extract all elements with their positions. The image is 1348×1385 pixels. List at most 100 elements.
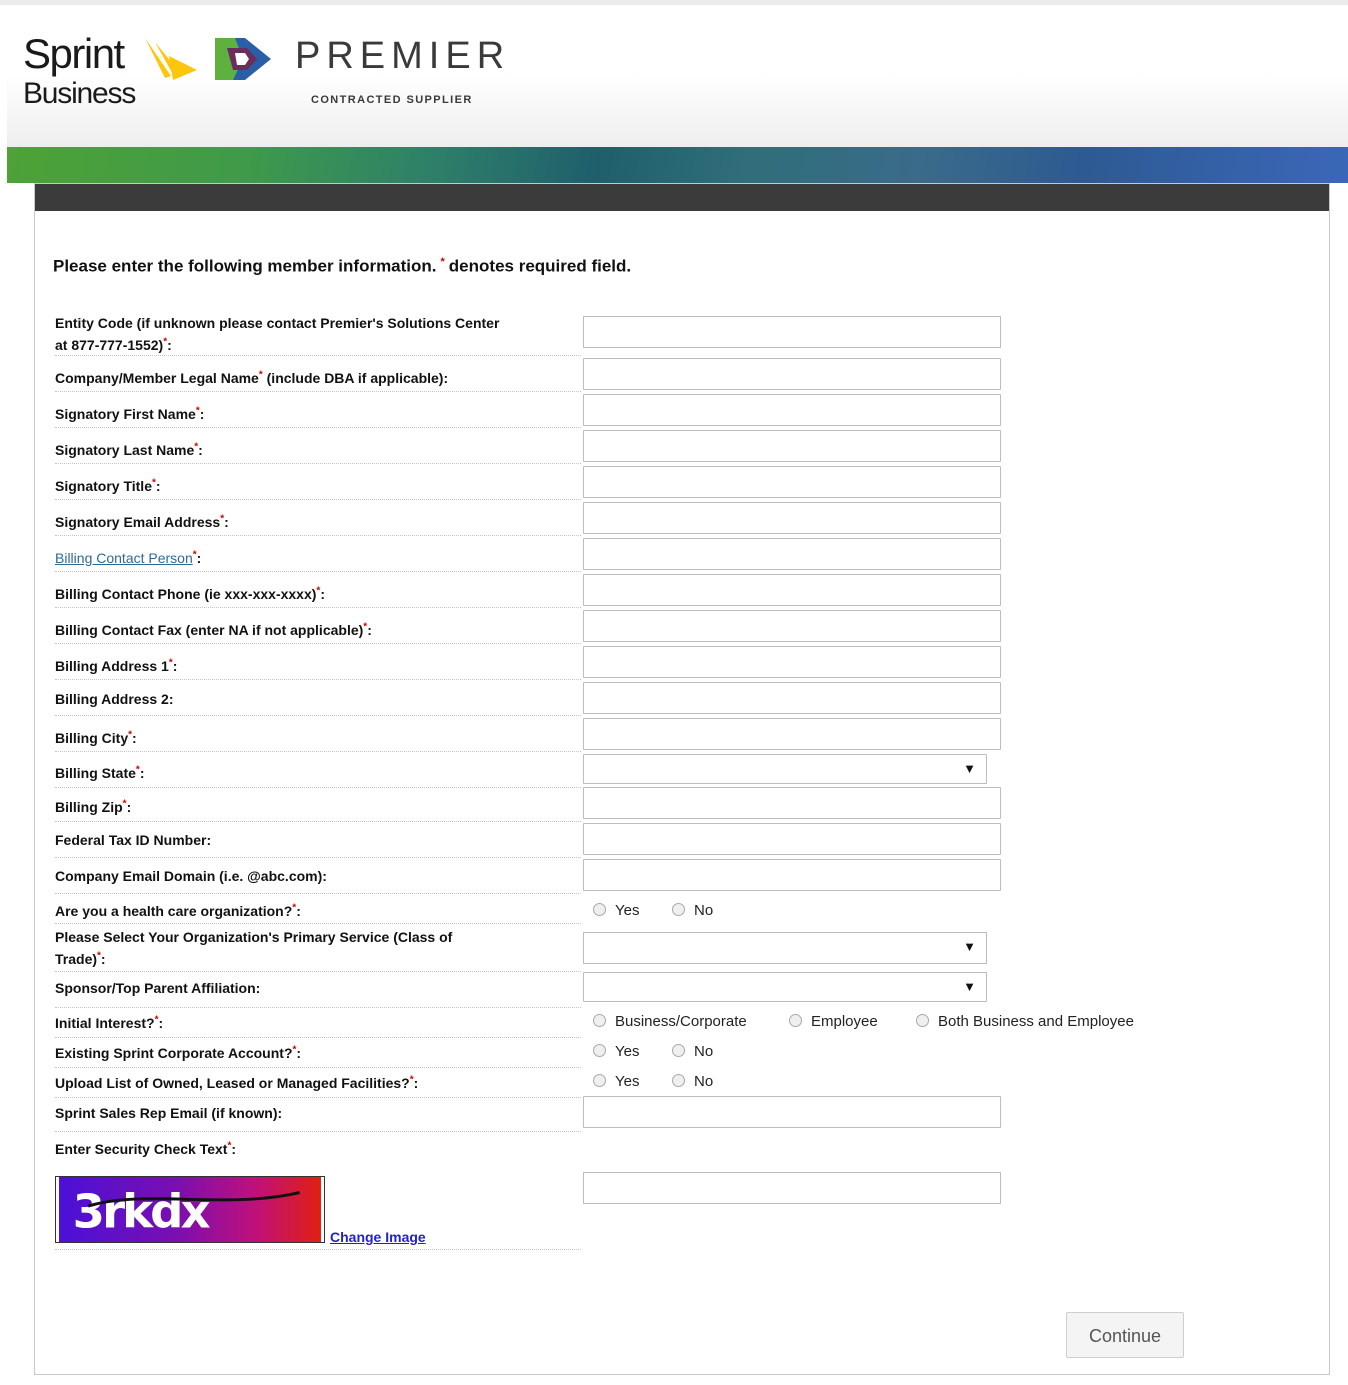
label-colon: : [139,765,145,781]
billing-contact-phone-label: Billing Contact Phone (ie xxx-xxx-xxxx)*… [55,583,325,605]
label-colon: : [198,442,203,458]
form-row-health-care: Are you a health care organization?*: [55,896,581,924]
health-care-label-text: Are you a health care organization? [55,903,293,919]
existing-account-no-option[interactable]: No [672,1043,713,1060]
premier-wordmark: PREMIER [295,35,511,77]
signatory-email-label-text: Signatory Email Address [55,514,221,530]
entity-code-label: Entity Code (if unknown please contact P… [55,312,499,356]
form-row-company-email-domain: Company Email Domain (i.e. @abc.com): [55,860,581,894]
signatory-last-label-text: Signatory Last Name [55,442,195,458]
interest-employee-option[interactable]: Employee [789,1013,878,1030]
existing-account-label-text: Existing Sprint Corporate Account? [55,1045,293,1061]
billing-contact-person-input[interactable] [583,538,1001,570]
form-row-signatory-email: Signatory Email Address*: [55,502,581,536]
upload-list-no-option[interactable]: No [672,1073,713,1090]
billing-contact-fax-label: Billing Contact Fax (enter NA if not app… [55,619,372,641]
form-row-billing-zip: Billing Zip*: [55,788,581,822]
entity-code-input[interactable] [583,316,1001,348]
captcha-text: 3rkdx [73,1184,211,1238]
signatory-email-input[interactable] [583,502,1001,534]
signatory-title-input[interactable] [583,466,1001,498]
radio-no[interactable] [672,1074,685,1087]
security-check-input[interactable] [583,1172,1001,1204]
billing-address-2-input[interactable] [583,682,1001,714]
health-care-yes-option[interactable]: Yes [593,902,639,919]
interest-both-option[interactable]: Both Business and Employee [916,1013,1134,1030]
sponsor-label: Sponsor/Top Parent Affiliation: [55,977,260,999]
initial-interest-label: Initial Interest?*: [55,1012,163,1034]
form-row-billing-contact-person: Billing Contact Person*: [55,538,581,572]
continue-button[interactable]: Continue [1066,1312,1184,1358]
label-colon: : [167,337,172,353]
radio-no-label: No [694,1073,714,1090]
federal-tax-id-label-text: Federal Tax ID Number: [55,832,212,848]
intro-text-1: Please enter the following member inform… [53,256,437,276]
radio-no[interactable] [672,903,685,916]
sponsor-select[interactable]: ▼ [583,972,987,1002]
billing-zip-label-text: Billing Zip [55,799,123,815]
label-colon: : [224,514,229,530]
signatory-first-label: Signatory First Name*: [55,403,204,425]
signatory-first-input[interactable] [583,394,1001,426]
radio-employee[interactable] [789,1014,802,1027]
form-intro: Please enter the following member inform… [53,256,631,277]
existing-account-yes-option[interactable]: Yes [593,1043,639,1060]
form-row-entity-code: Entity Code (if unknown please contact P… [55,310,581,356]
billing-city-input[interactable] [583,718,1001,750]
radio-employee-label: Employee [811,1013,878,1030]
radio-no[interactable] [672,1044,685,1057]
chevron-down-icon: ▼ [963,979,976,994]
page: Sprint Business PREMIER CONTRACTED SUPPL… [0,0,1348,1385]
signatory-email-label: Signatory Email Address*: [55,511,229,533]
federal-tax-id-input[interactable] [583,823,1001,855]
upload-list-yes-option[interactable]: Yes [593,1073,639,1090]
health-care-no-option[interactable]: No [672,902,713,919]
billing-contact-phone-input[interactable] [583,574,1001,606]
entity-code-label-line2: at 877-777-1552) [55,337,164,353]
entity-code-label-line1: Entity Code (if unknown please contact P… [55,315,500,331]
interest-business-option[interactable]: Business/Corporate [593,1013,747,1030]
label-colon: : [100,951,106,967]
sprint-business-logo: Sprint Business [23,32,203,112]
form-row-existing-account: Existing Sprint Corporate Account?*: [55,1040,581,1068]
form-row-sales-rep-email: Sprint Sales Rep Email (if known): [55,1100,581,1132]
primary-service-select[interactable]: ▼ [583,932,987,964]
company-email-domain-label-text: Company Email Domain (i.e. @abc.com): [55,868,327,884]
form-row-initial-interest: Initial Interest?*: [55,1010,581,1038]
billing-contact-person-link[interactable]: Billing Contact Person [55,550,193,566]
radio-yes-label: Yes [615,1043,640,1060]
billing-contact-fax-input[interactable] [583,610,1001,642]
billing-address-1-input[interactable] [583,646,1001,678]
signatory-last-input[interactable] [583,430,1001,462]
captcha-image: 3rkdx [55,1176,325,1243]
radio-yes[interactable] [593,903,606,916]
security-check-label-text: Enter Security Check Text [55,1141,228,1157]
label-colon: : [296,903,301,919]
label-colon: : [296,1045,302,1061]
billing-contact-fax-label-text: Billing Contact Fax (enter NA if not app… [55,622,364,638]
label-colon: : [196,550,202,566]
radio-both[interactable] [916,1014,929,1027]
billing-state-select[interactable]: ▼ [583,754,987,784]
form-row-billing-city: Billing City*: [55,718,581,752]
billing-zip-input[interactable] [583,787,1001,819]
form-row-signatory-last: Signatory Last Name*: [55,430,581,464]
form-row-billing-state: Billing State*: [55,754,581,788]
company-name-label-a: Company/Member Legal Name [55,370,259,386]
company-email-domain-input[interactable] [583,859,1001,891]
company-name-input[interactable] [583,358,1001,390]
billing-city-label-text: Billing City [55,730,129,746]
label-colon: : [199,406,205,422]
form-row-billing-contact-fax: Billing Contact Fax (enter NA if not app… [55,610,581,644]
company-name-label: Company/Member Legal Name* (include DBA … [55,367,448,389]
sales-rep-email-label-text: Sprint Sales Rep Email (if known): [55,1105,283,1121]
radio-business[interactable] [593,1014,606,1027]
change-image-link[interactable]: Change Image [330,1229,426,1245]
label-colon: : [172,658,178,674]
radio-yes[interactable] [593,1044,606,1057]
sales-rep-email-input[interactable] [583,1096,1001,1128]
billing-address-1-label: Billing Address 1*: [55,655,177,677]
form-row-sponsor: Sponsor/Top Parent Affiliation: [55,974,581,1008]
label-colon: : [132,730,137,746]
radio-yes[interactable] [593,1074,606,1087]
